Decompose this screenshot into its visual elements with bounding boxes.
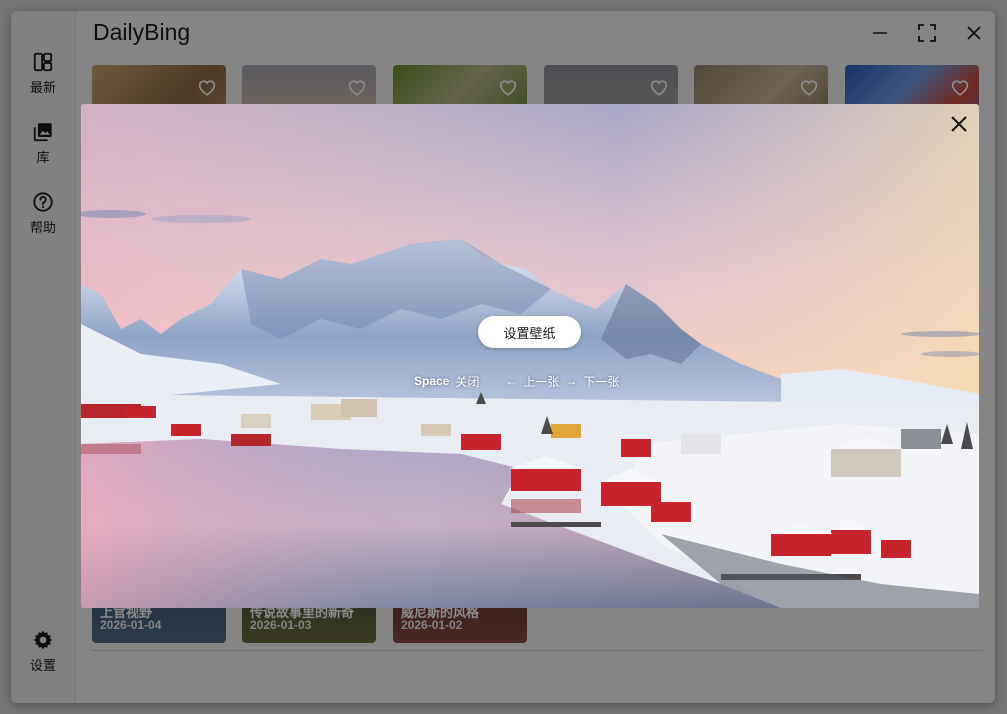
- wallpaper-preview-image: [81, 104, 979, 608]
- hint-prev-label: 上一张: [523, 374, 560, 389]
- hint-next-label: 下一张: [583, 374, 620, 389]
- hint-close-label: 关闭: [455, 374, 480, 389]
- wallpaper-preview: [81, 104, 979, 608]
- hint-key-left-arrow: ←: [505, 374, 518, 388]
- preview-close-button[interactable]: [948, 113, 970, 135]
- hint-key-right-arrow: →: [565, 374, 578, 388]
- close-icon: [951, 116, 967, 132]
- hint-key-space: Space: [414, 374, 450, 388]
- set-wallpaper-button[interactable]: 设置壁纸: [478, 316, 581, 348]
- keyboard-hints: Space 关闭 ← 上一张 → 下一张: [414, 372, 619, 390]
